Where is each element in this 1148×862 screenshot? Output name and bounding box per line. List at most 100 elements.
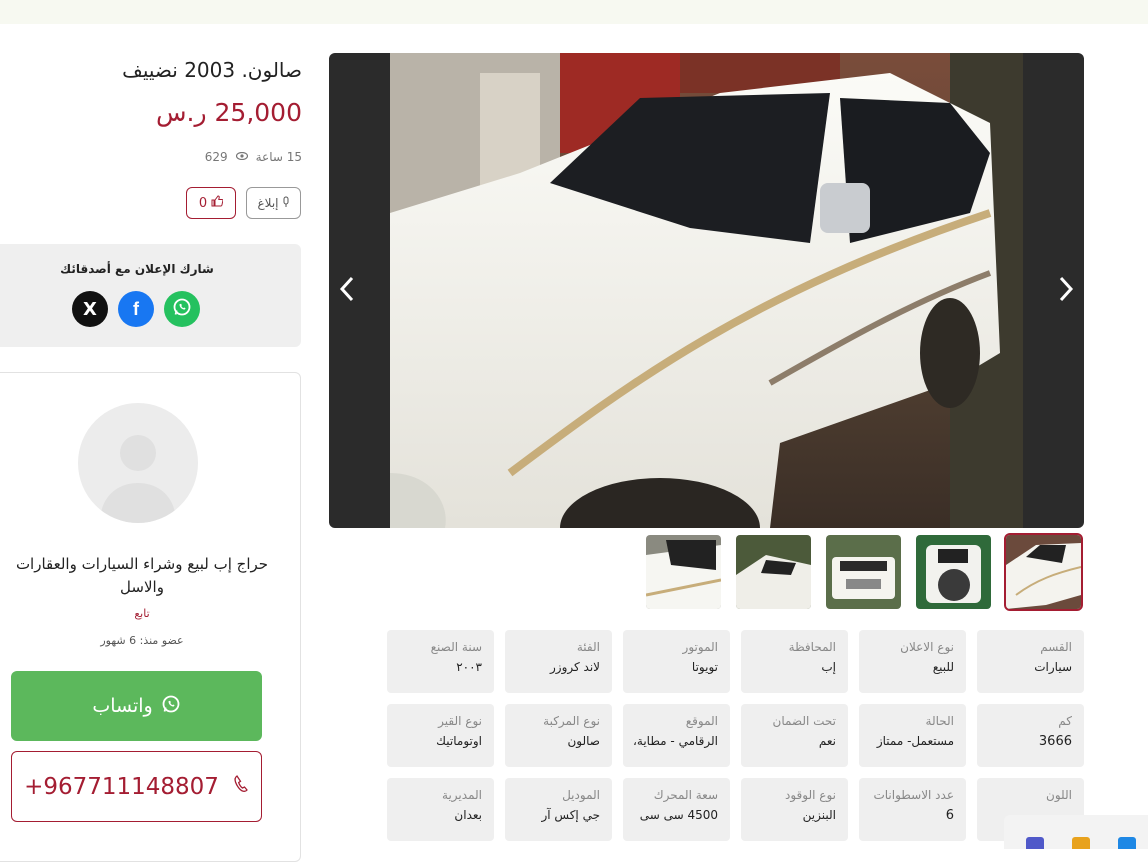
spec-label: الموقع xyxy=(685,714,718,728)
report-button[interactable]: إبلاغ xyxy=(246,187,301,219)
spec-value: إب xyxy=(821,660,836,674)
spec-item: المحافظة إب xyxy=(741,630,848,693)
chevron-left-icon xyxy=(339,273,355,311)
thumbnail[interactable] xyxy=(734,533,813,611)
thumbnail[interactable] xyxy=(824,533,903,611)
spec-item: نوع الوقود البنزين xyxy=(741,778,848,841)
spec-item: نوع الاعلان للبيع xyxy=(859,630,966,693)
listing-title: صالون. 2003 نضييف xyxy=(122,58,302,82)
spec-label: القسم xyxy=(1040,640,1072,654)
spec-item: الحالة مستعمل- ممتاز xyxy=(859,704,966,767)
next-photo-button[interactable] xyxy=(1058,275,1074,308)
app-icon[interactable] xyxy=(1072,837,1090,849)
flag-icon xyxy=(282,196,290,211)
facebook-icon: f xyxy=(133,298,139,319)
spec-label: الحالة xyxy=(925,714,954,728)
facebook-share-button[interactable]: f xyxy=(118,291,154,327)
member-since: عضو منذ: 6 شهور xyxy=(100,634,184,647)
spec-value: صالون xyxy=(567,734,600,748)
follow-link[interactable]: تابع xyxy=(11,607,273,620)
spec-label: الموتور xyxy=(682,640,718,654)
spec-value: بعدان xyxy=(454,808,482,822)
spec-value: تويوتا xyxy=(691,660,718,674)
thumbnail[interactable] xyxy=(644,533,723,611)
spec-item: الموتور تويوتا xyxy=(623,630,730,693)
chevron-right-icon xyxy=(1058,273,1074,311)
spec-label: نوع المركبة xyxy=(543,714,600,728)
spec-value: جي إكس آر xyxy=(541,808,600,822)
whatsapp-share-button[interactable] xyxy=(164,291,200,327)
spec-label: سنة الصنع xyxy=(430,640,482,654)
whatsapp-icon xyxy=(161,694,181,719)
like-button[interactable]: 0 xyxy=(186,187,236,219)
thumbnail[interactable] xyxy=(1004,533,1083,611)
spec-item: نوع القير اوتوماتيك xyxy=(387,704,494,767)
spec-item: الموديل جي إكس آر xyxy=(505,778,612,841)
spec-item: المديرية بعدان xyxy=(387,778,494,841)
prev-photo-button[interactable] xyxy=(339,275,355,308)
spec-item: الفئة لاند كروزر xyxy=(505,630,612,693)
listing-meta: 629 15 ساعة xyxy=(150,150,302,164)
spec-value: ٢٠٠٣ xyxy=(456,660,482,674)
app-icon[interactable] xyxy=(1118,837,1136,849)
spec-label: تحت الضمان xyxy=(772,714,837,728)
spec-label: نوع القير xyxy=(438,714,482,728)
whatsapp-label: واتساب xyxy=(92,695,153,717)
main-photo[interactable] xyxy=(390,53,1023,528)
thumbnail[interactable] xyxy=(914,533,993,611)
top-bar xyxy=(0,0,1148,24)
time-ago: 15 ساعة xyxy=(255,150,302,164)
spec-item: عدد الاسطوانات 6 xyxy=(859,778,966,841)
spec-value: 4500 سى سى xyxy=(639,808,718,822)
spec-value: مستعمل- ممتاز xyxy=(876,734,954,748)
views-count: 629 xyxy=(204,150,228,164)
whatsapp-contact-button[interactable]: واتساب xyxy=(11,671,262,741)
spec-item: نوع المركبة صالون xyxy=(505,704,612,767)
spec-value: سيارات xyxy=(1034,660,1072,674)
whatsapp-icon xyxy=(172,297,192,322)
seller-avatar[interactable] xyxy=(78,403,198,523)
spec-label: كم xyxy=(1058,714,1072,728)
spec-label: نوع الاعلان xyxy=(900,640,954,654)
spec-value: اوتوماتيك xyxy=(436,734,482,748)
thumbnail-strip xyxy=(643,533,1083,611)
spec-label: الموديل xyxy=(562,788,600,802)
spec-label: المديرية xyxy=(442,788,482,802)
spec-label: اللون xyxy=(1046,788,1072,802)
spec-value: الرقامي - مطاية، xyxy=(633,734,718,748)
specs-grid: القسم سيارات نوع الاعلان للبيع المحافظة إب … xyxy=(386,630,1084,841)
spec-label: نوع الوقود xyxy=(785,788,836,802)
spec-item: سنة الصنع ٢٠٠٣ xyxy=(387,630,494,693)
spec-item: كم 3666 xyxy=(977,704,1084,767)
spec-label: عدد الاسطوانات xyxy=(873,788,954,802)
listing-price: 25,000 ر.س xyxy=(156,98,302,127)
phone-number: +967711148807 xyxy=(24,773,219,800)
spec-item: تحت الضمان نعم xyxy=(741,704,848,767)
share-title: شارك الإعلان مع أصدقائك xyxy=(60,262,214,276)
report-label: إبلاغ xyxy=(257,196,279,210)
photo-gallery xyxy=(329,53,1084,528)
x-share-button[interactable]: X xyxy=(72,291,108,327)
listing-actions: 0 إبلاغ xyxy=(186,187,301,219)
spec-label: سعة المحرك xyxy=(653,788,718,802)
spec-value: نعم xyxy=(818,734,836,748)
seller-name[interactable]: حراج إب لبيع وشراء السيارات والعقارات وا… xyxy=(11,553,273,599)
phone-icon xyxy=(233,774,249,800)
share-box: شارك الإعلان مع أصدقائك X f xyxy=(0,244,301,347)
spec-value: 3666 xyxy=(1038,734,1072,749)
share-icons: X f xyxy=(72,291,200,327)
spec-item: القسم سيارات xyxy=(977,630,1084,693)
spec-value: للبيع xyxy=(932,660,954,674)
phone-call-button[interactable]: +967711148807 xyxy=(11,751,262,822)
spec-value: 6 xyxy=(945,808,954,823)
teams-icon[interactable] xyxy=(1026,837,1044,849)
spec-item: سعة المحرك 4500 سى سى xyxy=(623,778,730,841)
thumbs-up-icon xyxy=(211,195,224,211)
spec-value: لاند كروزر xyxy=(549,660,600,674)
spec-value: البنزين xyxy=(802,808,836,822)
x-icon: X xyxy=(83,298,97,320)
taskbar-fragment xyxy=(1004,815,1148,849)
likes-count: 0 xyxy=(198,195,208,211)
eye-icon xyxy=(235,151,248,163)
spec-label: المحافظة xyxy=(788,640,836,654)
